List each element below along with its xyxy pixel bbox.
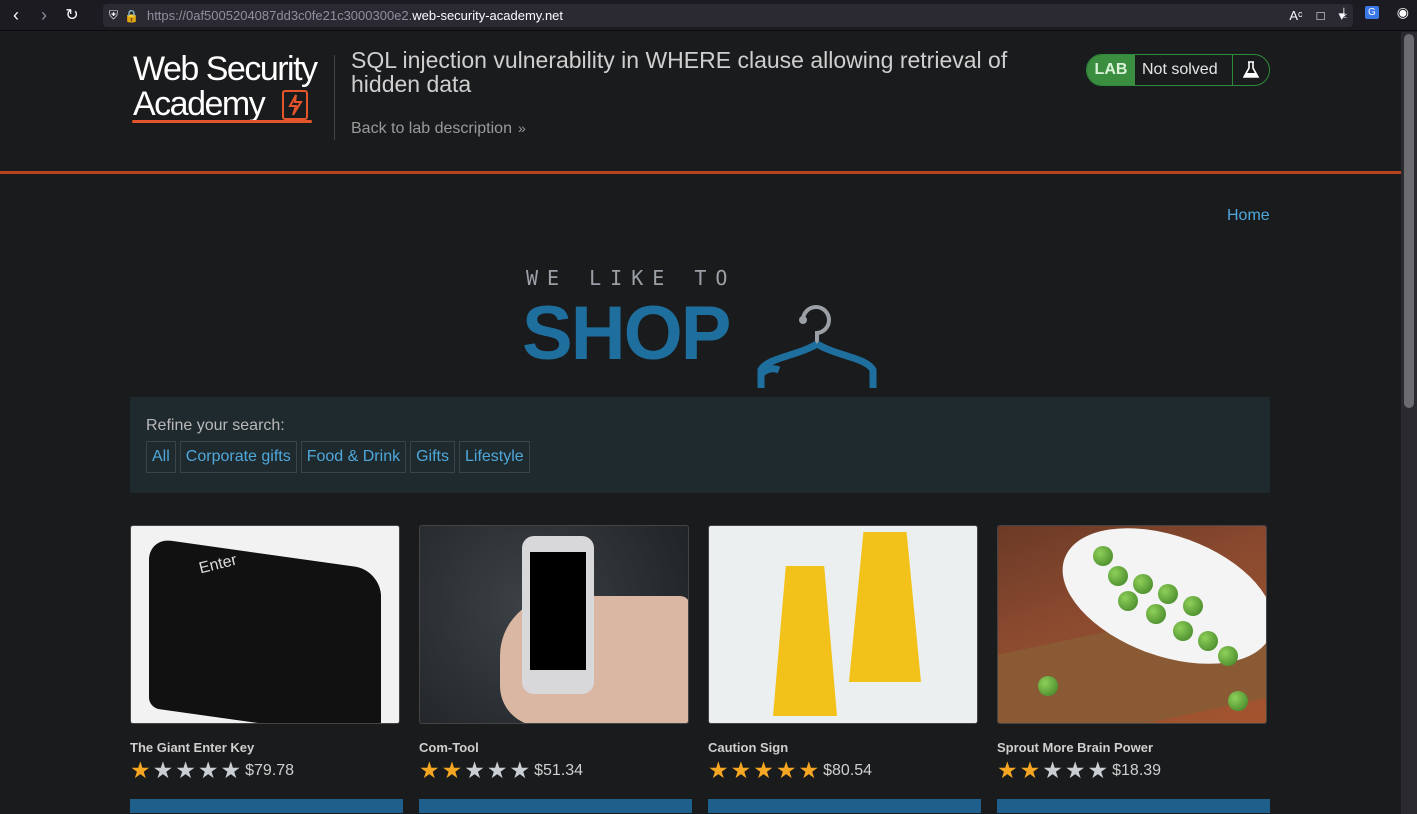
phone-screen: [530, 552, 586, 670]
page-viewport: Web Security Academy SQL injection vulne…: [0, 32, 1401, 814]
star-icon: ★: [130, 757, 151, 783]
product-rating: ★★★★★ $18.39: [997, 759, 1267, 783]
view-details-button[interactable]: [708, 799, 981, 813]
shield-icon[interactable]: ⛨: [109, 8, 118, 23]
logo-text-line1: Web Security: [133, 50, 318, 88]
category-filters: All Corporate gifts Food & Drink Gifts L…: [146, 441, 530, 473]
product-image[interactable]: [997, 525, 1267, 724]
product-card: Enter The Giant Enter Key ★★★★★ $79.78: [130, 525, 400, 783]
product-rating: ★★★★★ $80.54: [708, 759, 978, 783]
back-link-label: Back to lab description: [351, 120, 512, 137]
enter-key-graphic: [149, 537, 381, 723]
product-rating: ★★★★★ $51.34: [419, 759, 689, 783]
translate-icon[interactable]: Aᶜ: [1289, 8, 1302, 23]
forward-button[interactable]: ›: [30, 1, 58, 29]
browser-toolbar: ‹ › ↻ ⛨ 🔒 https://0af5005204087dd3c0fe21…: [0, 0, 1417, 31]
star-icon: ★: [798, 757, 820, 783]
logo-bolt-icon: [282, 90, 308, 120]
star-icon: ★: [197, 757, 219, 783]
shop-logo: WE LIKE TO SHOP: [522, 266, 882, 396]
url-text[interactable]: https://0af5005204087dd3c0fe21c3000300e2…: [147, 8, 563, 23]
star-icon: ★: [997, 757, 1018, 783]
star-icon: ★: [441, 757, 463, 783]
back-to-lab-description-link[interactable]: Back to lab description »: [351, 120, 526, 138]
address-bar[interactable]: ⛨ 🔒 https://0af5005204087dd3c0fe21c30003…: [103, 4, 1353, 27]
caution-sign-graphic: [773, 566, 837, 716]
star-icon: ★: [152, 757, 174, 783]
product-price: $18.39: [1112, 762, 1162, 779]
product-price: $80.54: [823, 762, 873, 779]
product-image[interactable]: [419, 525, 689, 724]
product-name: Com-Tool: [419, 740, 479, 755]
view-details-button[interactable]: [419, 799, 692, 813]
category-all[interactable]: All: [146, 441, 176, 473]
logo-text-line2: Academy: [133, 85, 266, 123]
star-icon: ★: [730, 757, 752, 783]
product-card: Com-Tool ★★★★★ $51.34: [419, 525, 689, 783]
page-scrollbar[interactable]: [1401, 32, 1417, 814]
star-icon: ★: [1064, 757, 1086, 783]
star-icon: ★: [419, 757, 440, 783]
logo-underline: [132, 120, 312, 123]
shop-tagline: WE LIKE TO: [526, 266, 737, 290]
view-details-button[interactable]: [130, 799, 403, 813]
shop-wordmark: SHOP: [522, 291, 731, 376]
product-image[interactable]: Enter: [130, 525, 400, 724]
star-icon: ★: [1042, 757, 1063, 783]
star-icon: ★: [464, 757, 485, 783]
product-card: Sprout More Brain Power ★★★★★ $18.39: [997, 525, 1267, 783]
extension-icon[interactable]: ◉: [1397, 4, 1409, 21]
bookmark-icon[interactable]: □: [1317, 8, 1325, 23]
caution-sign-graphic: [849, 532, 921, 682]
lock-icon[interactable]: 🔒: [124, 9, 139, 23]
scrollbar-thumb[interactable]: [1404, 34, 1414, 408]
star-icon: ★: [1087, 757, 1109, 783]
star-icon: ★: [775, 757, 797, 783]
star-icon: ★: [708, 757, 729, 783]
hanger-icon: [757, 305, 877, 388]
star-icon: ★: [753, 757, 774, 783]
product-grid: Enter The Giant Enter Key ★★★★★ $79.78 C…: [130, 525, 1270, 814]
category-gifts[interactable]: Gifts: [410, 441, 455, 473]
product-price: $79.78: [245, 762, 295, 779]
web-security-academy-logo[interactable]: Web Security Academy: [130, 50, 334, 145]
lab-badge: LAB: [1087, 55, 1135, 85]
refine-search-label: Refine your search:: [146, 417, 285, 434]
view-details-button[interactable]: [997, 799, 1270, 813]
lab-title: SQL injection vulnerability in WHERE cla…: [351, 47, 1008, 97]
flask-icon: [1233, 55, 1269, 85]
lab-status-widget: LAB Not solved: [1086, 54, 1270, 86]
star-icon: ★: [220, 757, 242, 783]
category-corporate-gifts[interactable]: Corporate gifts: [179, 441, 297, 473]
product-name: Sprout More Brain Power: [997, 740, 1154, 755]
product-rating: ★★★★★ $79.78: [130, 759, 400, 783]
phone-graphic: [522, 536, 594, 694]
reload-button[interactable]: ↻: [58, 1, 86, 29]
back-button[interactable]: ‹: [2, 1, 30, 29]
lab-status-text: Not solved: [1135, 55, 1233, 85]
product-name: Caution Sign: [708, 740, 789, 755]
category-food-drink[interactable]: Food & Drink: [300, 441, 407, 473]
product-price: $51.34: [534, 762, 584, 779]
academy-header: Web Security Academy SQL injection vulne…: [0, 32, 1401, 174]
category-lifestyle[interactable]: Lifestyle: [458, 441, 530, 473]
star-icon: ★: [509, 757, 531, 783]
product-card: Caution Sign ★★★★★ $80.54: [708, 525, 978, 783]
double-chevron-right-icon: »: [517, 120, 526, 136]
star-icon: ★: [1019, 757, 1041, 783]
home-link[interactable]: Home: [1227, 207, 1270, 225]
header-divider: [334, 55, 335, 140]
translate-extension-icon[interactable]: G: [1365, 6, 1379, 19]
star-icon: ★: [486, 757, 508, 783]
download-icon[interactable]: ⤓: [1341, 4, 1347, 21]
refine-search-panel: Refine your search: All Corporate gifts …: [130, 397, 1270, 493]
product-name: The Giant Enter Key: [130, 740, 255, 755]
star-icon: ★: [175, 757, 196, 783]
product-image[interactable]: [708, 525, 978, 724]
